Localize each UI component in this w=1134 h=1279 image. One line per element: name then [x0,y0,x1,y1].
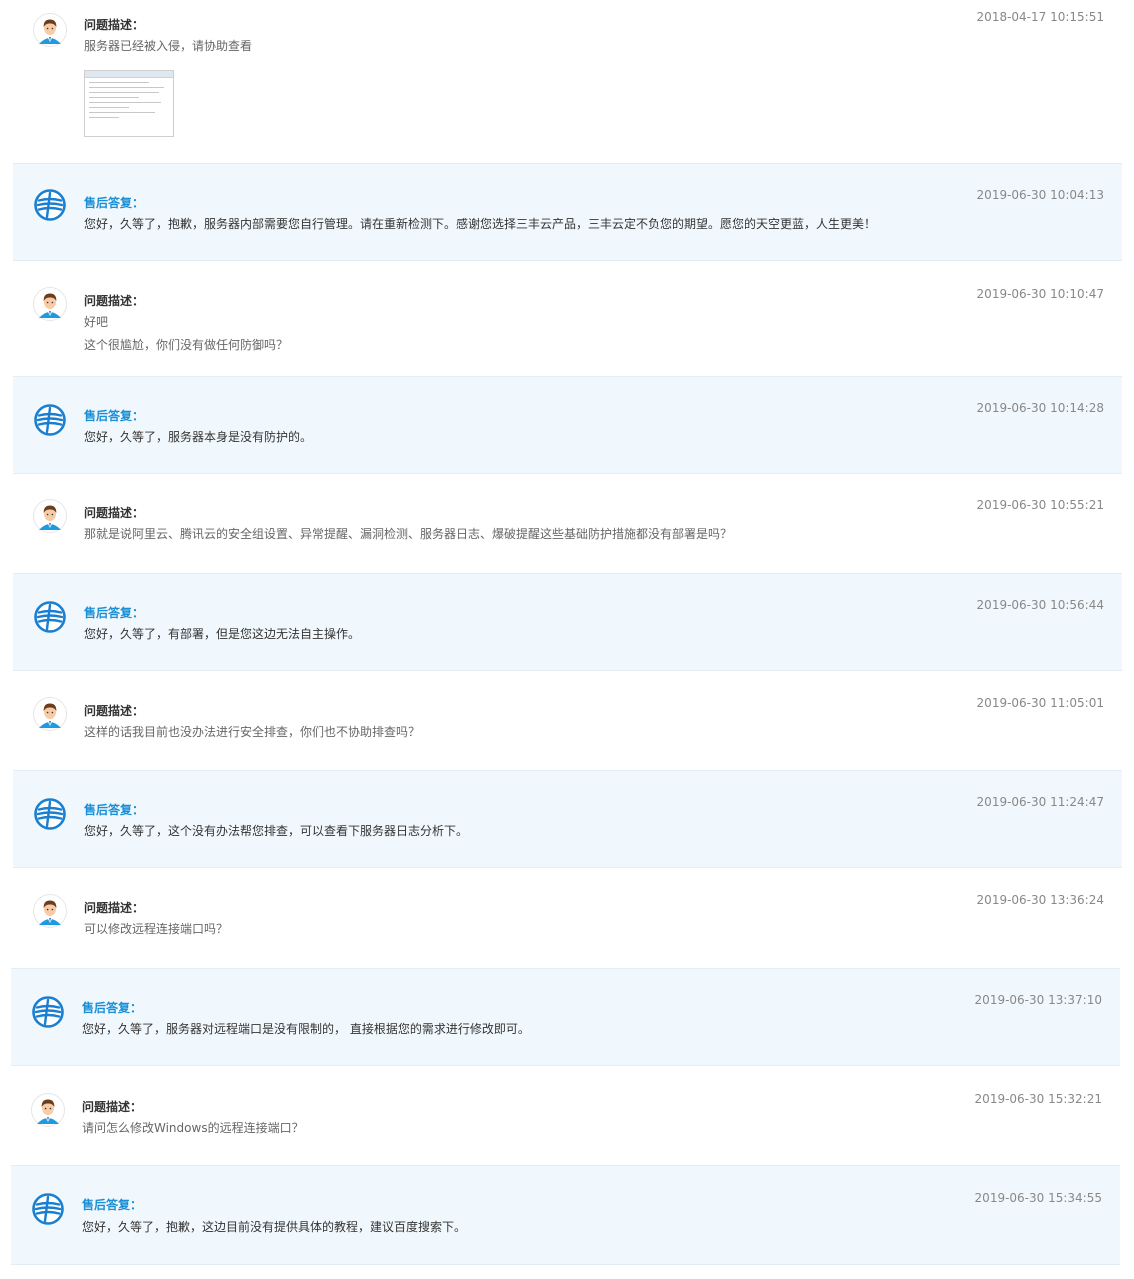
reply-title: 售后答复： [84,606,145,620]
user-avatar-icon [33,894,67,928]
message-line: 您好，久等了，抱歉，这边目前没有提供具体的教程，建议百度搜索下。 [82,1220,467,1234]
message-timestamp: 2019-06-30 10:14:28 [976,401,1104,415]
message-line: 您好，久等了，服务器对远程端口是没有限制的， 直接根据您的需求进行修改即可。 [82,1022,530,1036]
support-logo-icon [33,600,67,634]
message-line: 这个很尴尬，你们没有做任何防御吗？ [84,338,289,352]
question-message: 问题描述： 2018-04-17 10:15:51 服务器已经被入侵，请协助查看 [13,0,1122,162]
message-text: 可以修改远程连接端口吗？ [84,918,228,941]
question-message: 问题描述： 2019-06-30 15:32:21 请问怎么修改Windows的… [11,1067,1120,1165]
reply-message: 售后答复： 2019-06-30 10:14:28 您好，久等了，服务器本身是没… [13,376,1122,474]
question-title: 问题描述： [84,901,145,915]
reply-title: 售后答复： [82,1198,143,1212]
question-title: 问题描述： [84,18,145,32]
question-title: 问题描述： [82,1100,143,1114]
reply-message: 售后答复： 2019-06-30 15:34:55 您好，久等了，抱歉，这边目前… [11,1165,1120,1265]
support-logo-icon [33,797,67,831]
message-timestamp: 2019-06-30 10:04:13 [976,188,1104,202]
message-timestamp: 2019-06-30 10:55:21 [976,498,1104,512]
message-timestamp: 2019-06-30 10:56:44 [976,598,1104,612]
support-logo-icon [33,403,67,437]
message-timestamp: 2019-06-30 11:05:01 [976,696,1104,710]
message-text: 您好，久等了，抱歉，服务器内部需要您自行管理。请在重新检测下。感谢您选择三丰云产… [84,213,876,236]
message-text: 服务器已经被入侵，请协助查看 [84,35,252,58]
message-text: 您好，久等了，服务器本身是没有防护的。 [84,426,312,449]
message-text: 您好，久等了，有部署，但是您这边无法自主操作。 [84,623,360,646]
reply-message: 售后答复： 2019-06-30 11:24:47 您好，久等了，这个没有办法帮… [13,770,1122,868]
reply-message: 售后答复： 2019-06-30 13:37:10 您好，久等了，服务器对远程端… [11,968,1120,1066]
screenshot-thumbnail[interactable] [84,70,174,137]
question-message: 问题描述： 2019-06-30 11:05:01 这样的话我目前也没办法进行安… [13,672,1122,769]
question-message: 问题描述： 2019-06-30 10:55:21 那就是说阿里云、腾讯云的安全… [13,475,1122,573]
user-avatar-icon [31,1093,65,1127]
reply-title: 售后答复： [84,196,145,210]
message-timestamp: 2019-06-30 13:36:24 [976,893,1104,907]
message-timestamp: 2019-06-30 11:24:47 [976,795,1104,809]
support-logo-icon [33,188,67,222]
message-line: 您好，久等了，这个没有办法帮您排查，可以查看下服务器日志分析下。 [84,824,469,838]
message-timestamp: 2019-06-30 10:10:47 [976,287,1104,301]
support-logo-icon [31,995,65,1029]
reply-title: 售后答复： [84,409,145,423]
message-line: 您好，久等了，服务器本身是没有防护的。 [84,430,313,444]
message-line: 您好，久等了，有部署，但是您这边无法自主操作。 [84,627,361,641]
message-line: 那就是说阿里云、腾讯云的安全组设置、异常提醒、漏洞检测、服务器日志、爆破提醒这些… [84,527,733,541]
message-line: 请问怎么修改Windows的远程连接端口？ [82,1121,304,1135]
message-line: 可以修改远程连接端口吗？ [84,922,229,936]
message-text: 这样的话我目前也没办法进行安全排查，你们也不协助排查吗？ [84,721,420,744]
message-timestamp: 2019-06-30 13:37:10 [974,993,1102,1007]
question-title: 问题描述： [84,294,145,308]
message-text: 您好，久等了，服务器对远程端口是没有限制的， 直接根据您的需求进行修改即可。 [82,1018,530,1041]
message-text: 您好，久等了，抱歉，这边目前没有提供具体的教程，建议百度搜索下。 [82,1216,466,1239]
reply-title: 售后答复： [84,803,145,817]
message-line: 服务器已经被入侵，请协助查看 [84,39,253,53]
user-avatar-icon [33,13,67,47]
message-line: 好吧 [84,315,109,329]
message-text: 您好，久等了，这个没有办法帮您排查，可以查看下服务器日志分析下。 [84,820,468,843]
message-line: 这样的话我目前也没办法进行安全排查，你们也不协助排查吗？ [84,725,421,739]
question-message: 问题描述： 2019-06-30 13:36:24 可以修改远程连接端口吗？ [13,869,1122,967]
user-avatar-icon [33,697,67,731]
message-text: 请问怎么修改Windows的远程连接端口？ [82,1117,304,1140]
message-timestamp: 2019-06-30 15:32:21 [974,1092,1102,1106]
message-timestamp: 2019-06-30 15:34:55 [974,1191,1102,1205]
message-thread: 问题描述： 2018-04-17 10:15:51 服务器已经被入侵，请协助查看… [0,0,1134,1279]
support-logo-icon [31,1192,65,1226]
user-avatar-icon [33,499,67,533]
user-avatar-icon [33,287,67,321]
reply-message: 售后答复： 2019-06-30 10:04:13 您好，久等了，抱歉，服务器内… [13,163,1122,261]
message-timestamp: 2018-04-17 10:15:51 [976,10,1104,24]
question-message: 问题描述： 2019-06-30 10:10:47 好吧 这个很尴尬，你们没有做… [13,262,1122,375]
message-line: 您好，久等了，抱歉，服务器内部需要您自行管理。请在重新检测下。感谢您选择三丰云产… [84,217,877,231]
message-text: 那就是说阿里云、腾讯云的安全组设置、异常提醒、漏洞检测、服务器日志、爆破提醒这些… [84,523,732,546]
reply-title: 售后答复： [82,1001,143,1015]
reply-message: 售后答复： 2019-06-30 10:56:44 您好，久等了，有部署，但是您… [13,573,1122,671]
message-text: 好吧 这个很尴尬，你们没有做任何防御吗？ [84,311,288,357]
question-title: 问题描述： [84,704,145,718]
question-title: 问题描述： [84,506,145,520]
